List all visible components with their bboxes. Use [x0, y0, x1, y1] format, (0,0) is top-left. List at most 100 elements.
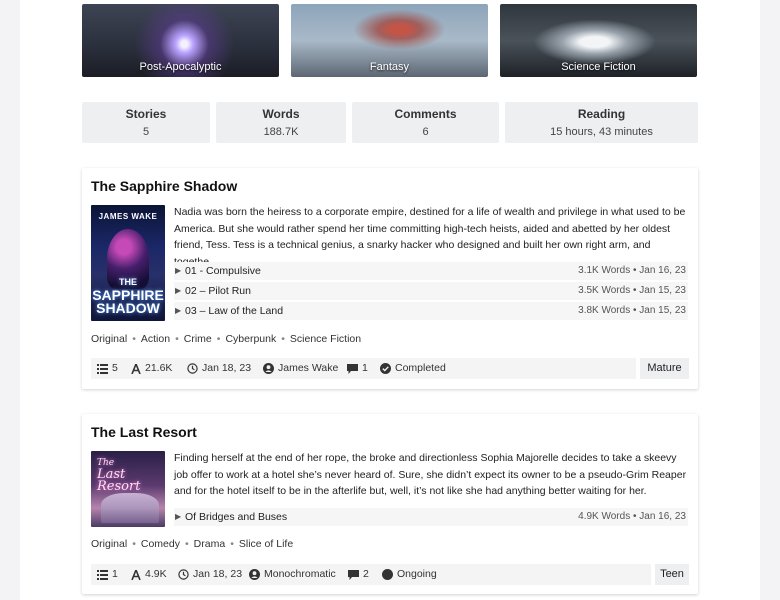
genre-tile-fantasy[interactable]: Fantasy: [291, 4, 488, 77]
chapter-row[interactable]: ▶ 03 – Law of the Land 3.8K Words • Jan …: [174, 302, 688, 320]
chapter-row[interactable]: ▶ Of Bridges and Buses 4.9K Words • Jan …: [174, 508, 688, 526]
chapter-row[interactable]: ▶ 02 – Pilot Run 3.5K Words • Jan 15, 23: [174, 282, 688, 300]
stat-reading: Reading 15 hours, 43 minutes: [505, 102, 698, 143]
user-icon: [263, 363, 274, 374]
cover-title: The Last Resort: [97, 457, 140, 493]
expand-triangle-icon: ▶: [175, 266, 182, 275]
comment-icon: [348, 569, 359, 580]
tag[interactable]: Slice of Life: [239, 538, 293, 550]
story-card: The Last Resort The Last Resort Finding …: [82, 414, 698, 594]
tag[interactable]: Original: [91, 538, 127, 550]
comment-count-value: 2: [363, 568, 369, 580]
clock-icon: [187, 363, 198, 374]
word-count-value: 4.9K: [145, 568, 167, 580]
expand-triangle-icon: ▶: [175, 286, 182, 295]
stat-words: Words 188.7K: [216, 102, 346, 143]
page: Post-Apocalyptic Fantasy Science Fiction…: [20, 0, 760, 600]
chapter-name: 02 – Pilot Run: [185, 285, 251, 297]
story-tags: Original • Action • Crime • Cyberpunk • Science …: [91, 333, 361, 345]
story-status: Completed: [380, 358, 446, 379]
genre-tile-science-fiction[interactable]: Science Fiction: [500, 4, 697, 77]
stat-value: 5: [142, 126, 150, 138]
chapter-meta: 3.5K Words • Jan 15, 23: [578, 282, 686, 300]
author-link[interactable]: James Wake: [263, 358, 338, 379]
author-link[interactable]: Monochromatic: [249, 564, 336, 585]
story-title[interactable]: The Sapphire Shadow: [91, 178, 237, 194]
story-description: Nadia was born the heiress to a corporat…: [174, 206, 686, 268]
updated-date-value: Jan 18, 23: [202, 362, 252, 374]
genre-label: Post-Apocalyptic: [139, 61, 222, 73]
chapter-count: 5: [97, 358, 118, 379]
genre-label: Fantasy: [369, 61, 410, 73]
chapter-row[interactable]: ▶ 01 - Compulsive 3.1K Words • Jan 16, 2…: [174, 262, 688, 280]
ongoing-circle-icon: [382, 569, 393, 580]
tag[interactable]: Crime: [184, 333, 212, 345]
chapter-count-value: 5: [112, 362, 118, 374]
chapter-date: Jan 15, 23: [639, 305, 686, 316]
text-size-icon: [131, 363, 141, 374]
updated-date: Jan 18, 23: [187, 358, 251, 379]
chapter-count-value: 1: [112, 568, 118, 580]
story-footer: 1 4.9K Jan 18, 23 Monochromatic 2 Ongoin…: [91, 564, 651, 585]
stat-comments: Comments 6: [352, 102, 499, 143]
story-status: Ongoing: [382, 564, 437, 585]
stat-value: 188.7K: [263, 126, 299, 138]
separator: •: [132, 538, 136, 550]
cover-building: [101, 493, 159, 523]
chapter-words: 3.5K Words: [578, 285, 631, 296]
list-icon: [97, 363, 108, 374]
story-cover[interactable]: JAMES WAKE THE SAPPHIRE SHADOW: [91, 205, 165, 321]
tag[interactable]: Comedy: [141, 538, 180, 550]
separator: •: [632, 305, 637, 316]
stat-value: 15 hours, 43 minutes: [550, 126, 653, 138]
chapter-name: 03 – Law of the Land: [185, 305, 284, 317]
chapter-words: 4.9K Words: [578, 511, 631, 522]
stat-label: Words: [262, 107, 300, 121]
tag[interactable]: Cyberpunk: [225, 333, 276, 345]
chapter-meta: 4.9K Words • Jan 16, 23: [578, 508, 686, 526]
story-title[interactable]: The Last Resort: [91, 424, 197, 440]
separator: •: [632, 511, 637, 522]
cover-title-line: SHADOW: [96, 300, 160, 316]
chapter-meta: 3.8K Words • Jan 15, 23: [578, 302, 686, 320]
tag[interactable]: Drama: [194, 538, 226, 550]
separator: •: [281, 333, 285, 345]
separator: •: [632, 285, 637, 296]
separator: •: [132, 333, 136, 345]
comment-count: 2: [348, 564, 369, 585]
expand-triangle-icon: ▶: [175, 306, 182, 315]
chapter-name: Of Bridges and Buses: [185, 511, 288, 523]
genre-tiles: Post-Apocalyptic Fantasy Science Fiction: [82, 4, 698, 77]
tag[interactable]: Science Fiction: [290, 333, 361, 345]
content-rating-badge: Mature: [640, 358, 689, 379]
separator: •: [184, 538, 189, 550]
status-value: Ongoing: [397, 568, 437, 580]
text-size-icon: [131, 569, 141, 580]
clock-icon: [178, 569, 189, 580]
chapter-words: 3.8K Words: [578, 305, 631, 316]
stat-stories: Stories 5: [82, 102, 210, 143]
chapter-date: Jan 16, 23: [639, 265, 686, 276]
chapter-date: Jan 15, 23: [639, 285, 686, 296]
content-rating-badge: Teen: [655, 564, 689, 585]
story-description: Finding herself at the end of her rope, …: [174, 452, 687, 497]
story-cover[interactable]: The Last Resort: [91, 451, 165, 527]
genre-tile-post-apocalyptic[interactable]: Post-Apocalyptic: [82, 4, 279, 77]
comment-count-value: 1: [362, 362, 368, 374]
chapter-date: Jan 16, 23: [639, 511, 686, 522]
story-card: The Sapphire Shadow JAMES WAKE THE SAPPH…: [82, 168, 698, 389]
word-count-value: 21.6K: [145, 362, 173, 374]
comment-icon: [347, 363, 358, 374]
tag[interactable]: Action: [141, 333, 170, 345]
chapter-count: 1: [97, 564, 118, 585]
genre-label: Science Fiction: [561, 61, 636, 73]
chapter-words: 3.1K Words: [578, 265, 631, 276]
stats-bar: Stories 5 Words 188.7K Comments 6 Readin…: [82, 102, 698, 143]
stat-value: 6: [422, 126, 429, 138]
user-icon: [249, 569, 260, 580]
cover-title: THE SAPPHIRE SHADOW: [91, 276, 165, 315]
cover-title-line: Resort: [97, 479, 141, 494]
author-name: Monochromatic: [264, 568, 336, 580]
expand-triangle-icon: ▶: [175, 512, 182, 521]
tag[interactable]: Original: [91, 333, 127, 345]
